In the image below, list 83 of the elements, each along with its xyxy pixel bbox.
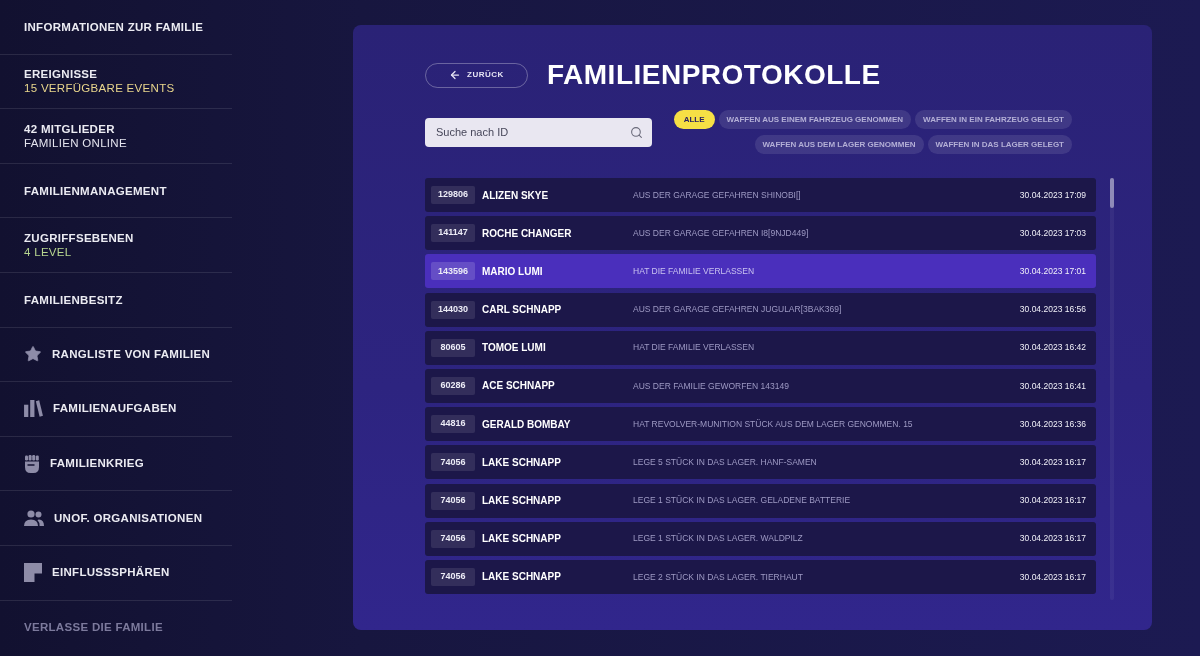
player-name: ACE SCHNAPP [481,379,556,394]
log-action: LEGE 5 STÜCK IN DAS LAGER. HANF-SAMEN [633,455,818,469]
sidebar-subtitle: FAMILIEN ONLINE [24,136,127,150]
player-id: 129806 [431,186,475,204]
player-name: LAKE SCHNAPP [481,455,562,470]
log-timestamp: 30.04.2023 16:42 [1019,341,1086,355]
log-action: HAT DIE FAMILIE VERLASSEN [633,265,756,278]
log-row[interactable]: 143596 MARIO LUMI HAT DIE FAMILIE VERLASSEN 30.04.2023 17:01 [425,254,1096,289]
player-id: 74056 [431,491,475,510]
log-row[interactable]: 74056 LAKE SCHNAPP LEGE 5 STÜCK IN DAS LAGER. HANF-SAMEN 30.04.2023 16:17 [425,445,1096,480]
player-name: GERALD BOMBAY [481,417,572,432]
star-icon [24,345,42,364]
player-name: ROCHE CHANGER [481,226,573,241]
log-timestamp: 30.04.2023 17:09 [1019,188,1086,202]
log-timestamp: 30.04.2023 16:17 [1019,532,1086,546]
log-timestamp: 30.04.2023 16:17 [1019,570,1086,584]
player-name: LAKE SCHNAPP [481,494,562,508]
sidebar-subtitle: 15 VERFÜGBARE EVENTS [24,81,175,96]
fist-icon [24,454,40,473]
filter-chip[interactable]: WAFFEN AUS EINEM FAHRZEUG GENOMMEN [718,110,912,129]
sidebar-link[interactable]: FAMILIENAUFGABEN [24,400,177,418]
log-row[interactable]: 44816 GERALD BOMBAY HAT REVOLVER-MUNITION STÜCK AUS DEM LAGER GENOMMEN. 15 30.04.2023 16:36 [425,407,1096,442]
log-row[interactable]: 74056 LAKE SCHNAPP LEGE 1 STÜCK IN DAS LAGER. GELADENE BATTERIE 30.04.2023 16:17 [425,483,1096,518]
log-timestamp: 30.04.2023 16:17 [1019,455,1086,469]
search-field[interactable]: Suche nach ID [425,117,652,147]
search-icon [630,125,643,139]
player-name: LAKE SCHNAPP [481,570,562,585]
sidebar-link[interactable]: 42 MITGLIEDER [24,122,115,136]
log-timestamp: 30.04.2023 16:56 [1019,303,1086,316]
player-id: 80605 [431,338,475,357]
leave-family-link[interactable]: VERLASSE DIE FAMILIE [24,619,163,637]
player-id: 144030 [431,300,475,319]
log-action: LEGE 1 STÜCK IN DAS LAGER. WALDPILZ [633,532,804,546]
log-action: LEGE 1 STÜCK IN DAS LAGER. GELADENE BATTERIE [633,494,852,507]
log-action: HAT REVOLVER-MUNITION STÜCK AUS DEM LAGER GENOMMEN. 15 [633,417,914,431]
filter-chip[interactable]: ALLE [673,110,715,129]
player-name: LAKE SCHNAPP [481,532,562,547]
player-name: CARL SCHNAPP [481,303,563,318]
sidebar-link[interactable]: ZUGRIFFSEBENEN [24,231,134,246]
sidebar-link[interactable]: UNOF. ORGANISATIONEN [24,509,203,527]
page-title: FAMILIENPROTOKOLLE [547,58,881,92]
sidebar-link[interactable]: FAMILIENKRIEG [24,454,144,473]
users-icon [24,510,44,527]
player-id: 60286 [431,376,475,395]
log-timestamp: 30.04.2023 16:36 [1019,417,1086,431]
log-timestamp: 30.04.2023 16:41 [1019,379,1086,393]
player-id: 143596 [431,262,475,281]
sidebar-link[interactable]: RANGLISTE VON FAMILIEN [24,345,211,364]
log-row[interactable]: 144030 CARL SCHNAPP AUS DER GARAGE GEFAHREN JUGULAR[3BAK369] 30.04.2023 16:56 [425,292,1096,327]
filter-chip[interactable]: WAFFEN IN DAS LAGER GELEGT [927,135,1072,154]
player-id: 74056 [431,529,475,548]
books-icon [24,400,43,418]
log-row[interactable]: 129806 ALIZEN SKYE AUS DER GARAGE GEFAHREN SHINOBI[] 30.04.2023 17:09 [425,178,1096,212]
player-id: 141147 [431,224,475,243]
sidebar-subtitle: 4 LEVEL [24,245,72,260]
player-name: MARIO LUMI [481,264,544,279]
log-action: LEGE 2 STÜCK IN DAS LAGER. TIERHAUT [633,570,804,584]
sidebar-link[interactable]: FAMILIENMANAGEMENT [24,183,167,198]
log-action: HAT DIE FAMILIE VERLASSEN [633,341,756,355]
player-name: ALIZEN SKYE [481,188,550,203]
log-action: AUS DER GARAGE GEFAHREN I8[9NJD449] [633,226,810,240]
log-action: AUS DER GARAGE GEFAHREN JUGULAR[3BAK369] [633,303,843,316]
player-id: 74056 [431,453,475,472]
log-row[interactable]: 74056 LAKE SCHNAPP LEGE 2 STÜCK IN DAS LAGER. TIERHAUT 30.04.2023 16:17 [425,559,1096,594]
log-action: AUS DER FAMILIE GEWORFEN 143149 [633,379,790,393]
sidebar-link[interactable]: INFORMATIONEN ZUR FAMILIE [24,19,204,34]
log-row[interactable]: 60286 ACE SCHNAPP AUS DER FAMILIE GEWORFEN 143149 30.04.2023 16:41 [425,368,1096,403]
log-timestamp: 30.04.2023 17:01 [1019,265,1086,278]
log-row[interactable]: 80605 TOMOE LUMI HAT DIE FAMILIE VERLASSEN 30.04.2023 16:42 [425,330,1096,365]
sidebar-link[interactable]: EREIGNISSE [24,67,98,82]
log-action: AUS DER GARAGE GEFAHREN SHINOBI[] [633,188,802,202]
filter-chip[interactable]: WAFFEN AUS DEM LAGER GENOMMEN [754,135,924,154]
player-name: TOMOE LUMI [481,341,547,356]
filter-chip[interactable]: WAFFEN IN EIN FAHRZEUG GELEGT [915,110,1072,129]
log-timestamp: 30.04.2023 16:17 [1019,494,1086,507]
log-timestamp: 30.04.2023 17:03 [1019,226,1086,240]
player-id: 44816 [431,415,475,434]
sidebar-link[interactable]: EINFLUSSSPHÄREN [24,563,170,583]
log-row[interactable]: 74056 LAKE SCHNAPP LEGE 1 STÜCK IN DAS LAGER. WALDPILZ 30.04.2023 16:17 [425,521,1096,556]
player-id: 74056 [431,567,475,586]
sidebar-link[interactable]: FAMILIENBESITZ [24,292,123,307]
arrow-left-icon [449,69,462,81]
log-row[interactable]: 141147 ROCHE CHANGER AUS DER GARAGE GEFAHREN I8[9NJD449] 30.04.2023 17:03 [425,216,1096,251]
